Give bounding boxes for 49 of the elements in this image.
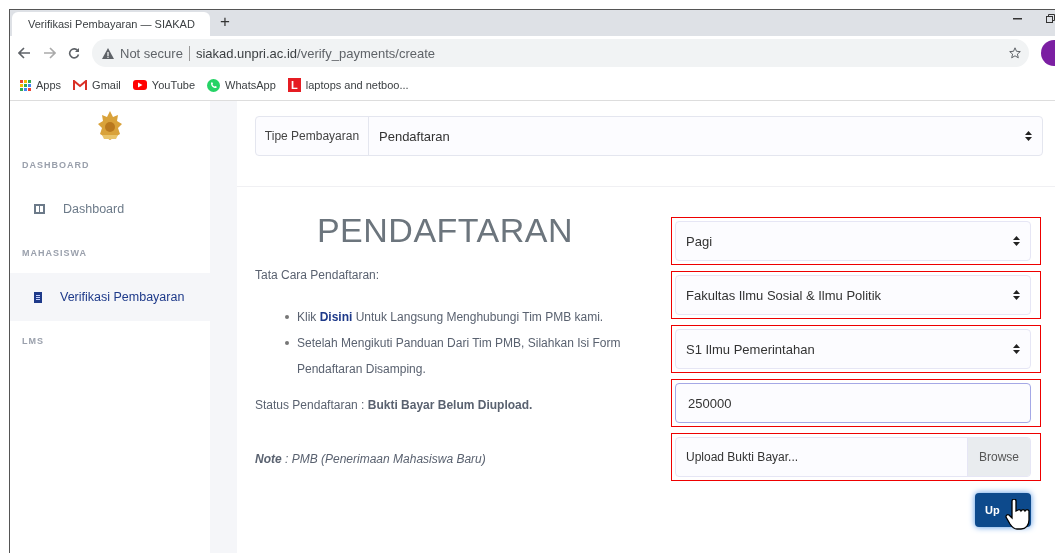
bookmark-link[interactable]: WhatsApp: [225, 79, 276, 91]
new-tab-button[interactable]: +: [220, 12, 230, 32]
browser-tab[interactable]: Verifikasi Pembayaran — SIAKAD: [12, 12, 210, 36]
profile-avatar[interactable]: [1041, 40, 1055, 66]
instruction-step: Klik Disini Untuk Langsung Menghubungi Tim PMB kami.: [297, 304, 604, 330]
select-arrows-icon: [1025, 131, 1032, 141]
select-field[interactable]: Fakultas Ilmu Sosial & Ilmu Politik: [675, 275, 1031, 315]
star-icon[interactable]: [1009, 47, 1021, 59]
bookmark-link[interactable]: Apps: [36, 79, 62, 91]
restore-icon[interactable]: [1046, 14, 1055, 23]
back-icon[interactable]: [18, 47, 31, 59]
url-text: siakad.unpri.ac.id/verify_payments/create: [195, 45, 437, 61]
logo-icon: [98, 111, 122, 141]
section-heading: MAHASISWA: [22, 248, 87, 258]
minimize-icon[interactable]: [1013, 17, 1022, 20]
security-label: Not secure: [120, 45, 190, 61]
browse-button[interactable]: Browse: [967, 438, 1030, 476]
payment-type-select[interactable]: Tipe Pembayaran Pendaftaran: [255, 116, 1043, 156]
columns-icon: [34, 204, 45, 214]
section-heading: LMS: [22, 336, 44, 346]
hand-cursor-icon: [1005, 499, 1031, 533]
select-arrows-icon: [1013, 344, 1020, 354]
reload-icon[interactable]: [68, 47, 80, 59]
bookmark-link[interactable]: laptops and netboo...: [305, 79, 409, 91]
select-arrows-icon: [1013, 290, 1020, 300]
apps-icon: [20, 79, 31, 91]
amount-field[interactable]: 250000: [675, 383, 1031, 423]
chat-icon: [207, 78, 221, 92]
select-field[interactable]: S1 Ilmu Pemerintahan: [675, 329, 1031, 369]
receipt-icon: [34, 291, 42, 303]
sidebar-item[interactable]: Dashboard: [10, 185, 210, 233]
section-heading: DASHBOARD: [22, 160, 90, 170]
status-text: Status Pendaftaran : Bukti Bayar Belum Diupload.: [255, 398, 534, 412]
warning-icon: [102, 47, 114, 59]
page-title: PENDAFTARAN: [316, 211, 574, 250]
contact-link[interactable]: Disini: [319, 310, 353, 324]
address-bar[interactable]: Not secure siakad.unpri.ac.id/verify_payments/create: [92, 39, 1029, 67]
select-arrows-icon: [1013, 236, 1020, 246]
play-icon: [132, 80, 147, 90]
note-text: Note : PMB (Penerimaan Mahasiswa Baru): [255, 452, 487, 466]
instruction-step: Setelah Mengikuti Panduan Dari Tim PMB, Silahkan Isi Form Pendaftaran Disamping.: [297, 330, 635, 382]
file-upload-field[interactable]: Upload Bukti Bayar... Browse: [675, 437, 1031, 477]
mail-icon: [73, 79, 88, 91]
bookmark-link[interactable]: Gmail: [92, 79, 121, 91]
instructions-heading: Tata Cara Pendaftaran:: [255, 268, 381, 282]
select-field[interactable]: Pagi: [675, 221, 1031, 261]
bookmark-link[interactable]: YouTube: [151, 79, 196, 91]
sidebar-item[interactable]: Verifikasi Pembayaran: [10, 273, 210, 321]
bookmark-badge: L: [287, 78, 301, 92]
